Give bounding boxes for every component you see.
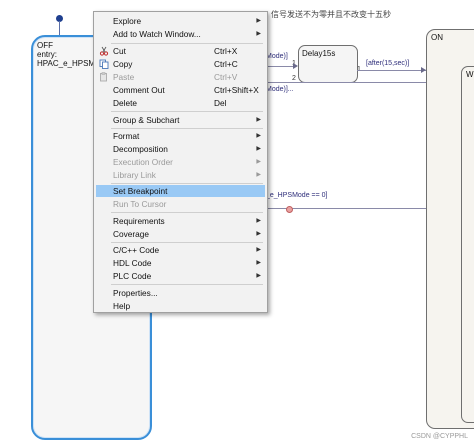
menu-separator [111,242,263,243]
menu-item-properties[interactable]: Properties... [96,287,265,299]
menu-item-paste[interactable]: Paste Ctrl+V [96,71,265,83]
transition-line-mid[interactable] [266,82,426,83]
menu-separator [111,284,263,285]
state-delay15s[interactable]: Delay15s [298,45,358,83]
submenu-arrow-icon: ▶ [256,18,261,24]
copy-icon [99,59,109,69]
submenu-arrow-icon: ▶ [256,117,261,123]
submenu-arrow-icon: ▶ [256,146,261,152]
menu-item-run-to-cursor[interactable]: Run To Cursor [96,198,265,210]
submenu-arrow-icon: ▶ [256,260,261,266]
menu-separator [111,43,263,44]
menu-item-set-breakpoint[interactable]: Set Breakpoint [96,185,265,197]
menu-item-plc-code[interactable]: PLC Code ▶ [96,270,265,282]
state-on-substate[interactable]: W [461,66,474,423]
state-delay15s-label: Delay15s [302,49,336,58]
context-menu[interactable]: Explore ▶ Add to Watch Window... ▶ Cut C… [93,11,268,313]
menu-item-add-to-watch[interactable]: Add to Watch Window... ▶ [96,28,265,40]
submenu-arrow-icon: ▶ [256,172,261,178]
submenu-arrow-icon: ▶ [256,31,261,37]
menu-item-library-link[interactable]: Library Link ▶ [96,169,265,181]
menu-separator [111,111,263,112]
menu-item-delete[interactable]: Delete Del [96,97,265,109]
submenu-arrow-icon: ▶ [256,247,261,253]
menu-item-explore[interactable]: Explore ▶ [96,15,265,27]
watermark: CSDN @CYPPHL [411,433,468,440]
menu-separator [111,183,263,184]
submenu-arrow-icon: ▶ [256,273,261,279]
state-off-label: OFF entry: HPAC_e_HPSMo [37,41,100,68]
state-on-label: ON [431,33,443,42]
paste-icon [100,72,107,82]
transition-label-after[interactable]: [after(15,sec)] [366,60,409,67]
transition-label-top[interactable]: Mode)] [266,53,288,60]
transition-label-mid[interactable]: Mode)]... [266,86,294,93]
menu-separator [111,212,263,213]
menu-separator [111,128,263,129]
menu-item-execution-order[interactable]: Execution Order ▶ [96,156,265,168]
menu-item-comment-out[interactable]: Comment Out Ctrl+Shift+X [96,84,265,96]
menu-item-decomposition[interactable]: Decomposition ▶ [96,143,265,155]
state-on-substate-label: W [466,70,474,79]
breakpoint-marker[interactable] [286,206,293,213]
annotation-note: 信号发送不为零并且不改变十五秒 [271,10,391,19]
menu-item-format[interactable]: Format ▶ [96,130,265,142]
transition-line-after[interactable] [357,70,426,71]
menu-item-requirements[interactable]: Requirements ▶ [96,215,265,227]
submenu-arrow-icon: ▶ [256,231,261,237]
submenu-arrow-icon: ▶ [256,133,261,139]
menu-item-coverage[interactable]: Coverage ▶ [96,228,265,240]
scissors-icon [99,46,109,56]
transition-order-2: 2 [292,75,296,82]
submenu-arrow-icon: ▶ [256,218,261,224]
menu-item-c-cpp-code[interactable]: C/C++ Code ▶ [96,244,265,256]
menu-item-group-subchart[interactable]: Group & Subchart ▶ [96,114,265,126]
menu-item-hdl-code[interactable]: HDL Code ▶ [96,257,265,269]
menu-item-copy[interactable]: Copy Ctrl+C [96,58,265,70]
submenu-arrow-icon: ▶ [256,159,261,165]
transition-label-lower[interactable]: _e_HPSMode == 0] [266,192,328,199]
menu-item-help[interactable]: Help [96,300,265,312]
menu-item-cut[interactable]: Cut Ctrl+X [96,45,265,57]
